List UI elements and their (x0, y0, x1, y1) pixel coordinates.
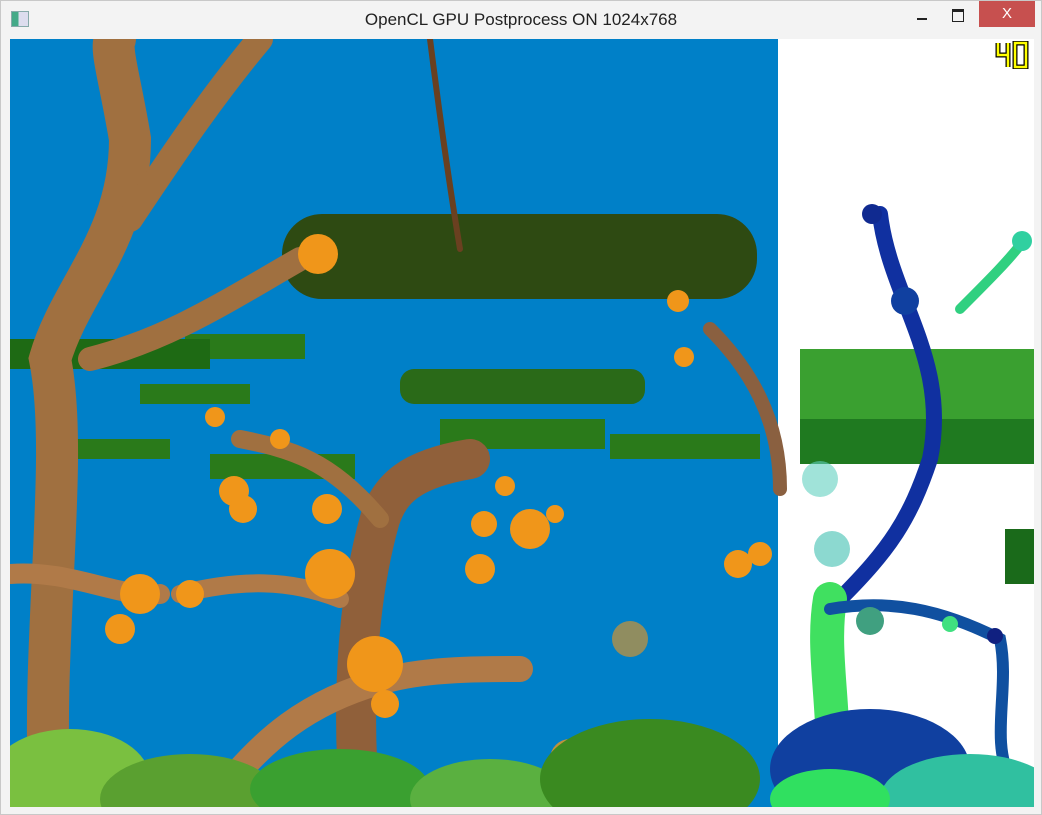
minimize-button[interactable] (907, 1, 937, 27)
render-viewport[interactable] (10, 39, 1034, 807)
window-title: OpenCL GPU Postprocess ON 1024x768 (364, 10, 678, 29)
fps-counter (995, 41, 1029, 69)
scene (10, 39, 1034, 807)
close-button[interactable]: X (979, 1, 1035, 27)
window-frame: OpenCL GPU Postprocess ON 1024x768 X (0, 0, 1042, 815)
title-bar[interactable]: OpenCL GPU Postprocess ON 1024x768 X (1, 1, 1041, 38)
maximize-button[interactable] (943, 1, 973, 27)
